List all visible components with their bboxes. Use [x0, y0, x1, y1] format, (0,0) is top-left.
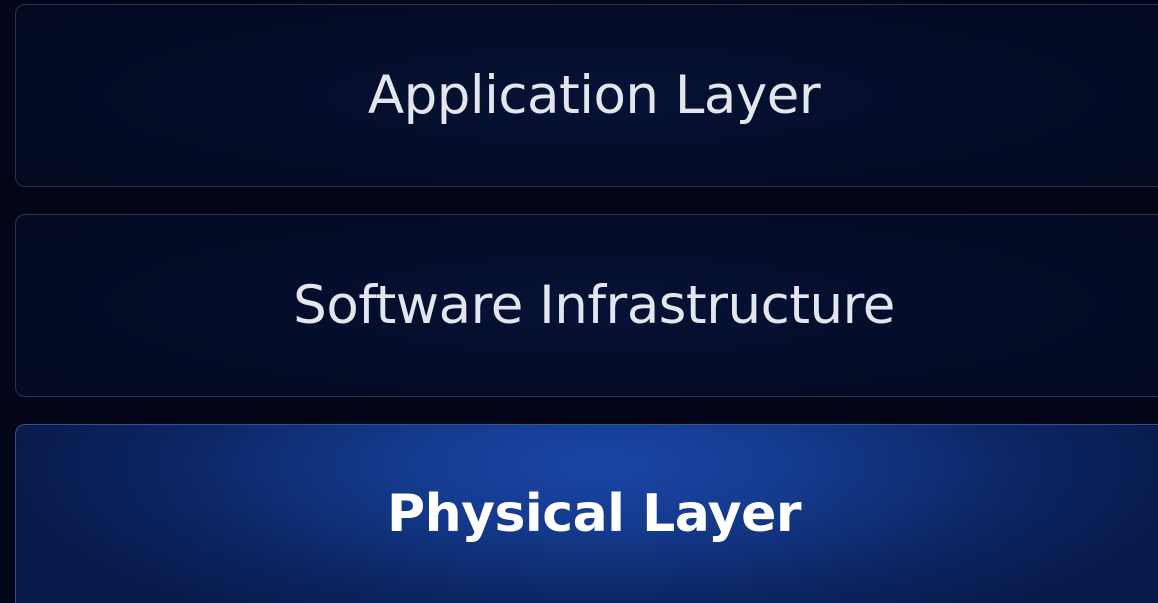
layer-label-application: Application Layer	[367, 65, 821, 126]
layer-label-physical: Physical Layer	[386, 484, 802, 544]
layer-label-software-infrastructure: Software Infrastructure	[293, 275, 895, 336]
layer-stack: Application Layer Software Infrastructur…	[0, 0, 1158, 603]
layer-card-physical[interactable]: Physical Layer	[15, 424, 1158, 603]
layer-card-application[interactable]: Application Layer	[15, 4, 1158, 187]
layer-card-software-infrastructure[interactable]: Software Infrastructure	[15, 214, 1158, 397]
